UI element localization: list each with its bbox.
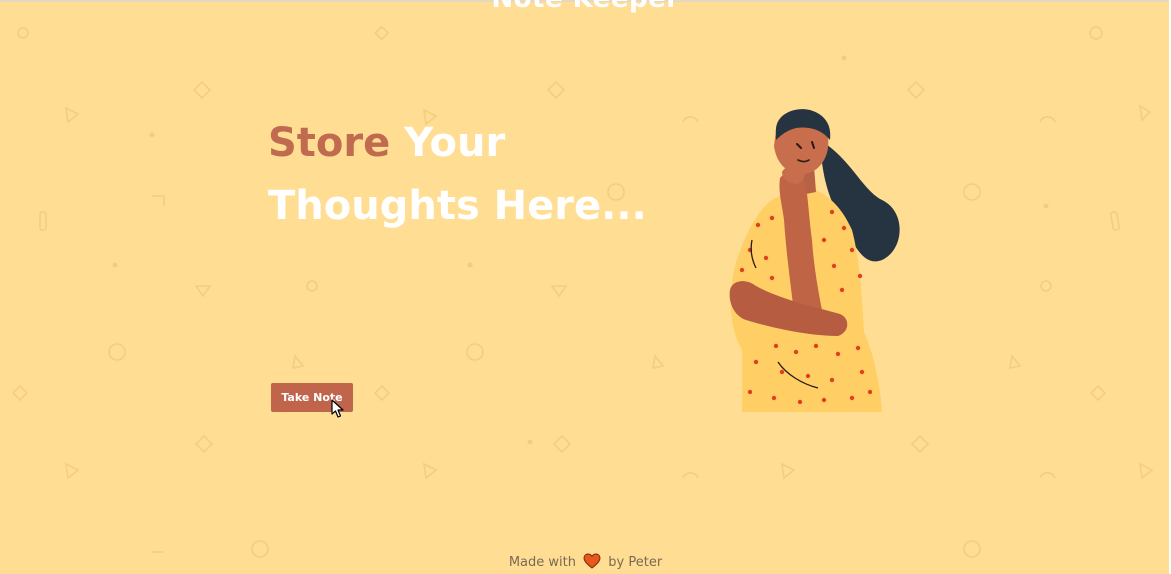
background-pattern: [11, 25, 1154, 558]
heart-icon: [583, 553, 601, 569]
thinking-woman-illustration: [729, 109, 900, 412]
mouse-pointer-icon: [331, 399, 344, 418]
hero-headline: Store Your Thoughts Here...: [268, 112, 698, 238]
headline-line1-rest: Your: [390, 120, 506, 166]
footer-credit: Made with by Peter: [0, 553, 1171, 570]
app-title: Note Keeper: [0, 0, 1171, 14]
headline-accent-word: Store: [268, 120, 391, 166]
footer-suffix: by Peter: [608, 555, 663, 570]
footer-prefix: Made with: [508, 555, 576, 570]
headline-line2: Thoughts Here...: [268, 183, 647, 229]
